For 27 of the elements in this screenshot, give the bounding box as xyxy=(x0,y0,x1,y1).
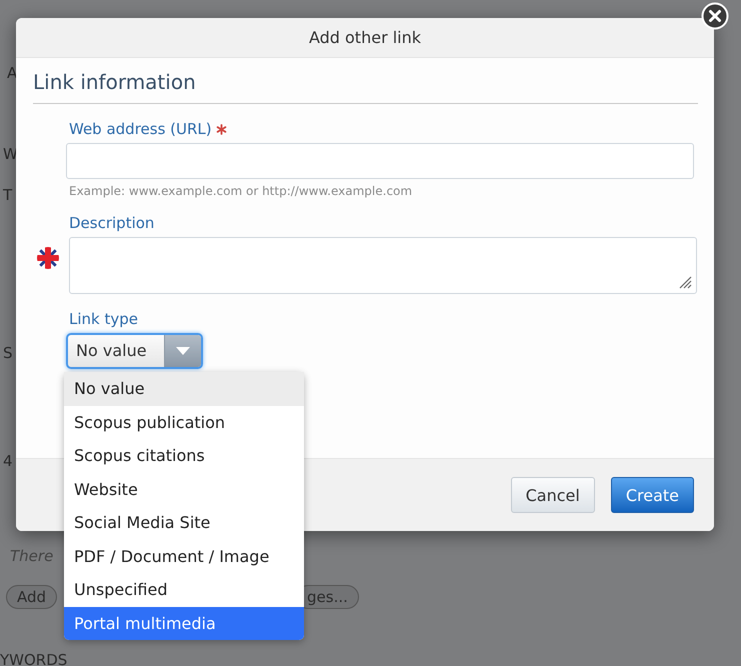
description-input[interactable] xyxy=(69,237,697,294)
create-button[interactable]: Create xyxy=(610,477,694,513)
dropdown-option[interactable]: PDF / Document / Image xyxy=(64,540,304,573)
field-label: Web address (URL) xyxy=(69,120,212,138)
link-type-select[interactable]: No value xyxy=(66,333,203,369)
field-label: Link type xyxy=(69,310,138,328)
url-input[interactable] xyxy=(66,143,694,179)
page-text: 4 xyxy=(3,452,13,470)
dropdown-option[interactable]: Social Media Site xyxy=(64,506,304,540)
cancel-button[interactable]: Cancel xyxy=(510,477,595,513)
note-text: There xyxy=(10,547,54,565)
dialog-title: Add other link xyxy=(308,28,422,47)
caret-icon xyxy=(164,335,201,367)
page-text: S xyxy=(3,344,13,362)
hint-text: Example: www.example.com or http://www.example.com xyxy=(68,184,414,198)
page-text: A xyxy=(7,64,18,82)
section-heading: YWORDS xyxy=(0,651,68,666)
dropdown-option[interactable]: Portal multimedia xyxy=(64,606,304,640)
dropdown-option[interactable]: Scopus citations xyxy=(64,439,304,472)
page-text: T xyxy=(3,186,12,204)
dropdown-option[interactable]: Scopus publication xyxy=(64,406,304,439)
field-label: Description xyxy=(69,214,154,232)
dropdown-option[interactable]: No value xyxy=(64,372,304,406)
dropdown-option[interactable]: Website xyxy=(64,472,304,506)
close-icon[interactable] xyxy=(701,2,729,30)
section-title: Link information xyxy=(33,69,197,96)
resize-grip-icon[interactable] xyxy=(678,275,692,289)
